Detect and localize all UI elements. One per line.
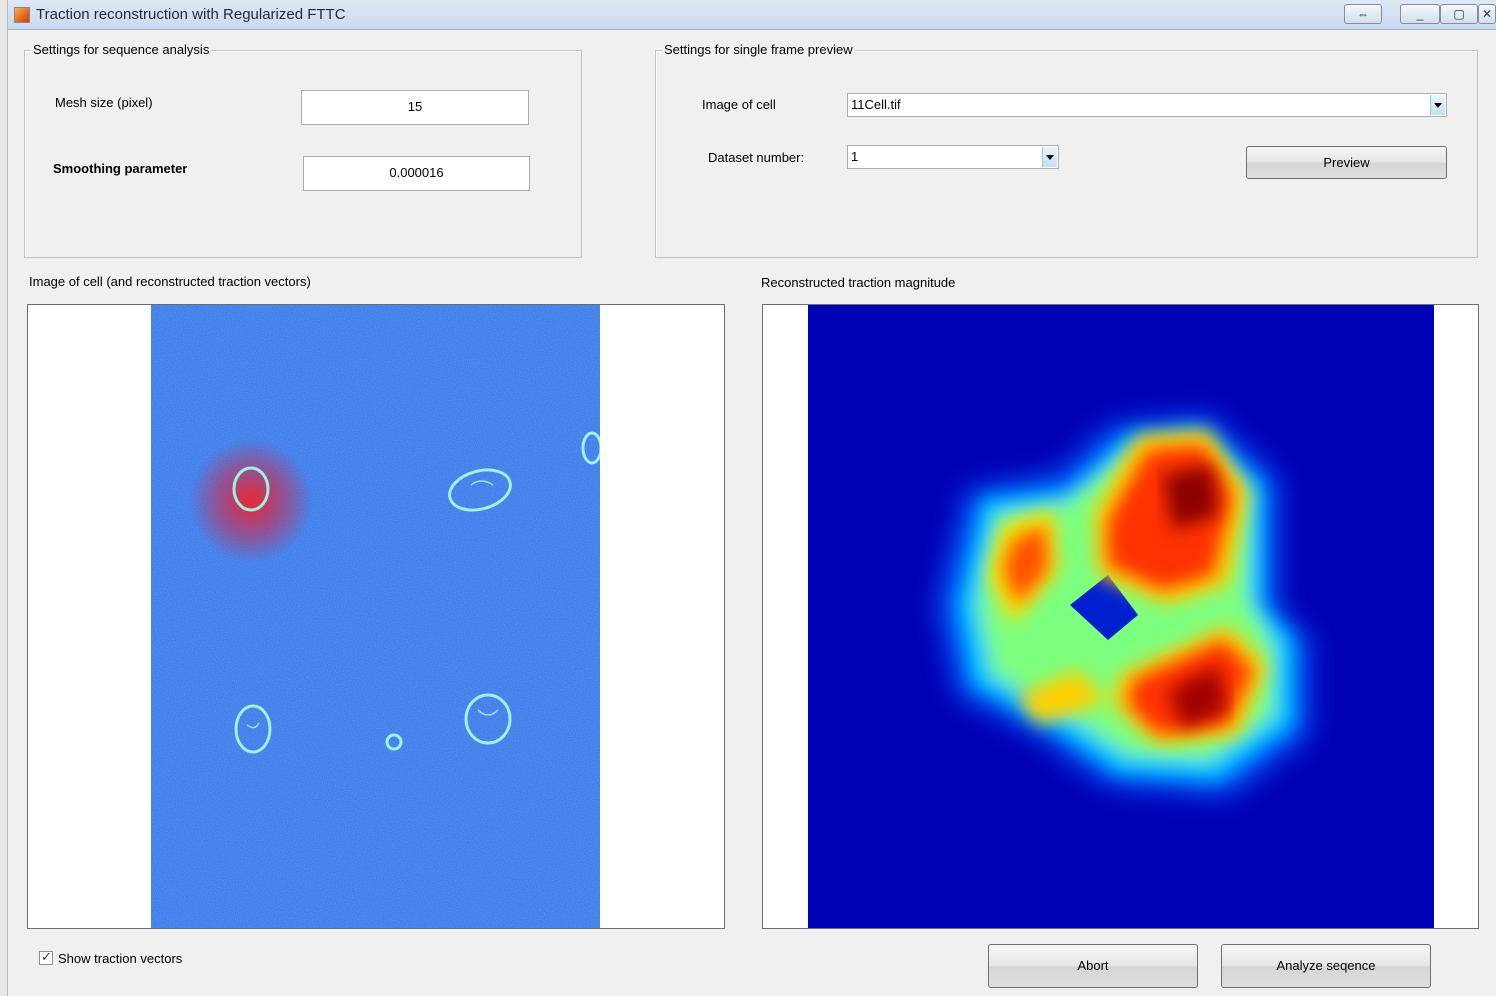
left-axes-title: Image of cell (and reconstructed tractio…: [29, 274, 311, 289]
show-vectors-label: Show traction vectors: [58, 951, 183, 966]
smoothing-parameter-label: Smoothing parameter: [53, 161, 188, 176]
dataset-select-value: 1: [851, 149, 859, 164]
sequence-settings-panel: Settings for sequence analysis: [24, 42, 582, 258]
background-window-edge: [0, 0, 8, 996]
close-button[interactable]: ✕: [1478, 4, 1496, 24]
minimize-button[interactable]: _: [1400, 4, 1440, 24]
abort-button[interactable]: Abort: [988, 944, 1198, 988]
matlab-icon: [14, 7, 30, 23]
analyze-sequence-button[interactable]: Analyze seqence: [1221, 944, 1431, 988]
maximize-button[interactable]: ▢: [1440, 4, 1478, 24]
traction-heatmap: [808, 305, 1434, 928]
right-axes-title: Reconstructed traction magnitude: [761, 275, 956, 290]
mesh-size-label: Mesh size (pixel): [55, 95, 153, 110]
mesh-size-input[interactable]: 15: [301, 90, 529, 125]
app-window: Traction reconstruction with Regularized…: [0, 0, 1496, 996]
traction-magnitude-axes[interactable]: [762, 304, 1479, 929]
dataset-select[interactable]: 1: [847, 145, 1059, 169]
cell-image-axes[interactable]: [27, 304, 725, 929]
window-title: Traction reconstruction with Regularized…: [36, 6, 346, 23]
resize-icon[interactable]: ⇔: [1344, 4, 1382, 24]
preview-button[interactable]: Preview: [1246, 146, 1447, 179]
image-of-cell-label: Image of cell: [702, 97, 776, 112]
smoothing-parameter-input[interactable]: 0.000016: [303, 156, 530, 191]
dataset-number-label: Dataset number:: [708, 150, 805, 165]
preview-settings-title: Settings for single frame preview: [662, 42, 855, 57]
chevron-down-icon[interactable]: [1430, 95, 1445, 115]
cell-image: [151, 305, 600, 928]
title-bar[interactable]: Traction reconstruction with Regularized…: [8, 0, 1496, 30]
show-vectors-checkbox[interactable]: [39, 949, 53, 965]
chevron-down-icon[interactable]: [1042, 147, 1057, 167]
image-select-value: 11Cell.tif: [851, 97, 901, 112]
image-select[interactable]: 11Cell.tif: [847, 93, 1447, 117]
sequence-settings-title: Settings for sequence analysis: [31, 42, 212, 57]
